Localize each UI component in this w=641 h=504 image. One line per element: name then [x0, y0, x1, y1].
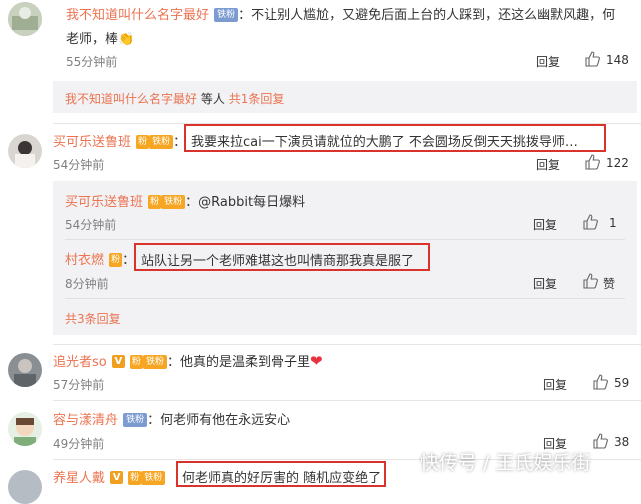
- fan-badge-icon: 粉: [148, 194, 162, 209]
- watermark: 快传号 / 王氏娱乐街: [420, 452, 591, 474]
- avatar[interactable]: [8, 353, 42, 387]
- reply-item: 村衣燃 粉：: [65, 252, 136, 268]
- comment-body: ：不让别人尴尬，又避免后面上台的人踩到，还这么幽默风趣，何: [238, 8, 616, 23]
- like-icon[interactable]: [584, 51, 600, 67]
- reply-username[interactable]: 买可乐送鲁班: [65, 195, 143, 210]
- clap-emoji-icon: 👏: [118, 32, 135, 47]
- reply-button[interactable]: 回复: [533, 216, 557, 233]
- iron-fan-badge: 铁粉: [214, 7, 239, 22]
- reply-item: 买可乐送鲁班 粉铁粉 ：@Rabbit每日爆料: [65, 191, 305, 210]
- comment-text: 我不知道叫什么名字最好 铁粉 ：不让别人尴尬，又避免后面上台的人踩到，还这么幽默风…: [66, 4, 636, 23]
- avatar[interactable]: [8, 470, 42, 504]
- avatar[interactable]: [8, 134, 42, 168]
- like-icon[interactable]: [582, 214, 598, 230]
- highlight-box: 站队让另一个老师难堪这也叫情商那我真是服了: [134, 243, 430, 271]
- reply-username[interactable]: 村衣燃: [65, 253, 104, 268]
- reply-button[interactable]: 回复: [536, 53, 560, 70]
- like-count: 1: [609, 216, 617, 230]
- divider: [53, 344, 641, 345]
- reply-summary-panel: 我不知道叫什么名字最好 等人 共1条回复: [53, 81, 637, 113]
- view-replies-link[interactable]: 共1条回复: [229, 92, 285, 106]
- comment-body: ：何老师有他在永远安心: [147, 413, 291, 428]
- username[interactable]: 养星人戴: [53, 471, 105, 486]
- heart-icon: ❤: [309, 352, 323, 370]
- reply-body: ：@Rabbit每日爆料: [185, 195, 306, 210]
- username[interactable]: 我不知道叫什么名字最好: [66, 8, 209, 23]
- comment-time: 54分钟前: [53, 158, 105, 172]
- reply-button[interactable]: 回复: [536, 156, 560, 173]
- like-icon[interactable]: [584, 154, 600, 170]
- highlight-box: 何老师真的好厉害的 随机应变绝了: [176, 461, 386, 487]
- reply-button[interactable]: 回复: [543, 376, 567, 393]
- divider: [53, 400, 641, 401]
- replies-panel: 买可乐送鲁班 粉铁粉 ：@Rabbit每日爆料 54分钟前 回复 1 村衣燃 粉：…: [53, 181, 637, 335]
- comment-body: 何老师真的好厉害的 随机应变绝了: [182, 471, 382, 486]
- reply-body: 站队让另一个老师难堪这也叫情商那我真是服了: [141, 254, 415, 269]
- like-icon[interactable]: [582, 273, 598, 289]
- highlight-box: 我要来拉cai一下演员请就位的大鹏了 不会圆场反倒天天挑拨导师…: [184, 124, 606, 152]
- verified-icon: V: [111, 355, 125, 368]
- fan-badge-icon: 粉: [129, 354, 143, 369]
- fan-badge-icon: 粉: [136, 134, 150, 149]
- username[interactable]: 买可乐送鲁班: [53, 135, 131, 150]
- like-count: 148: [606, 53, 629, 67]
- avatar[interactable]: [8, 2, 42, 36]
- comment-time: 57分钟前: [53, 378, 105, 392]
- comment-body: 我要来拉cai一下演员请就位的大鹏了 不会圆场反倒天天挑拨导师…: [191, 135, 578, 150]
- like-icon[interactable]: [592, 433, 608, 449]
- iron-fan-badge: 铁粉: [142, 354, 167, 369]
- reply-others: 等人: [200, 92, 225, 106]
- like-icon[interactable]: [592, 374, 608, 390]
- iron-fan-badge: 铁粉: [123, 412, 148, 427]
- iron-fan-badge: 铁粉: [149, 134, 174, 149]
- username[interactable]: 追光者so: [53, 355, 107, 370]
- like-label[interactable]: 赞: [603, 275, 615, 292]
- reply-button[interactable]: 回复: [533, 275, 557, 292]
- comment-time: 49分钟前: [53, 437, 105, 451]
- avatar[interactable]: [8, 412, 42, 446]
- divider: [65, 239, 625, 240]
- like-count: 59: [614, 376, 630, 390]
- comment-body: ：他真的是温柔到骨子里: [166, 355, 310, 370]
- reply-time: 8分钟前: [65, 277, 109, 291]
- divider: [65, 298, 625, 299]
- iron-fan-badge: 铁粉: [161, 194, 186, 209]
- like-count: 122: [606, 156, 629, 170]
- fan-badge-icon: 粉: [109, 252, 123, 267]
- like-count: 38: [614, 435, 630, 449]
- iron-fan-badge: 铁粉: [141, 470, 166, 485]
- comment-body-line2: 老师，棒👏: [66, 32, 135, 47]
- verified-icon: V: [110, 471, 124, 484]
- reply-username[interactable]: 我不知道叫什么名字最好: [65, 92, 197, 106]
- view-replies-link[interactable]: 共3条回复: [65, 310, 121, 327]
- reply-time: 54分钟前: [65, 218, 117, 232]
- username[interactable]: 容与漾清舟: [53, 413, 118, 428]
- comment-time: 55分钟前: [66, 55, 118, 69]
- fan-badge-icon: 粉: [128, 470, 142, 485]
